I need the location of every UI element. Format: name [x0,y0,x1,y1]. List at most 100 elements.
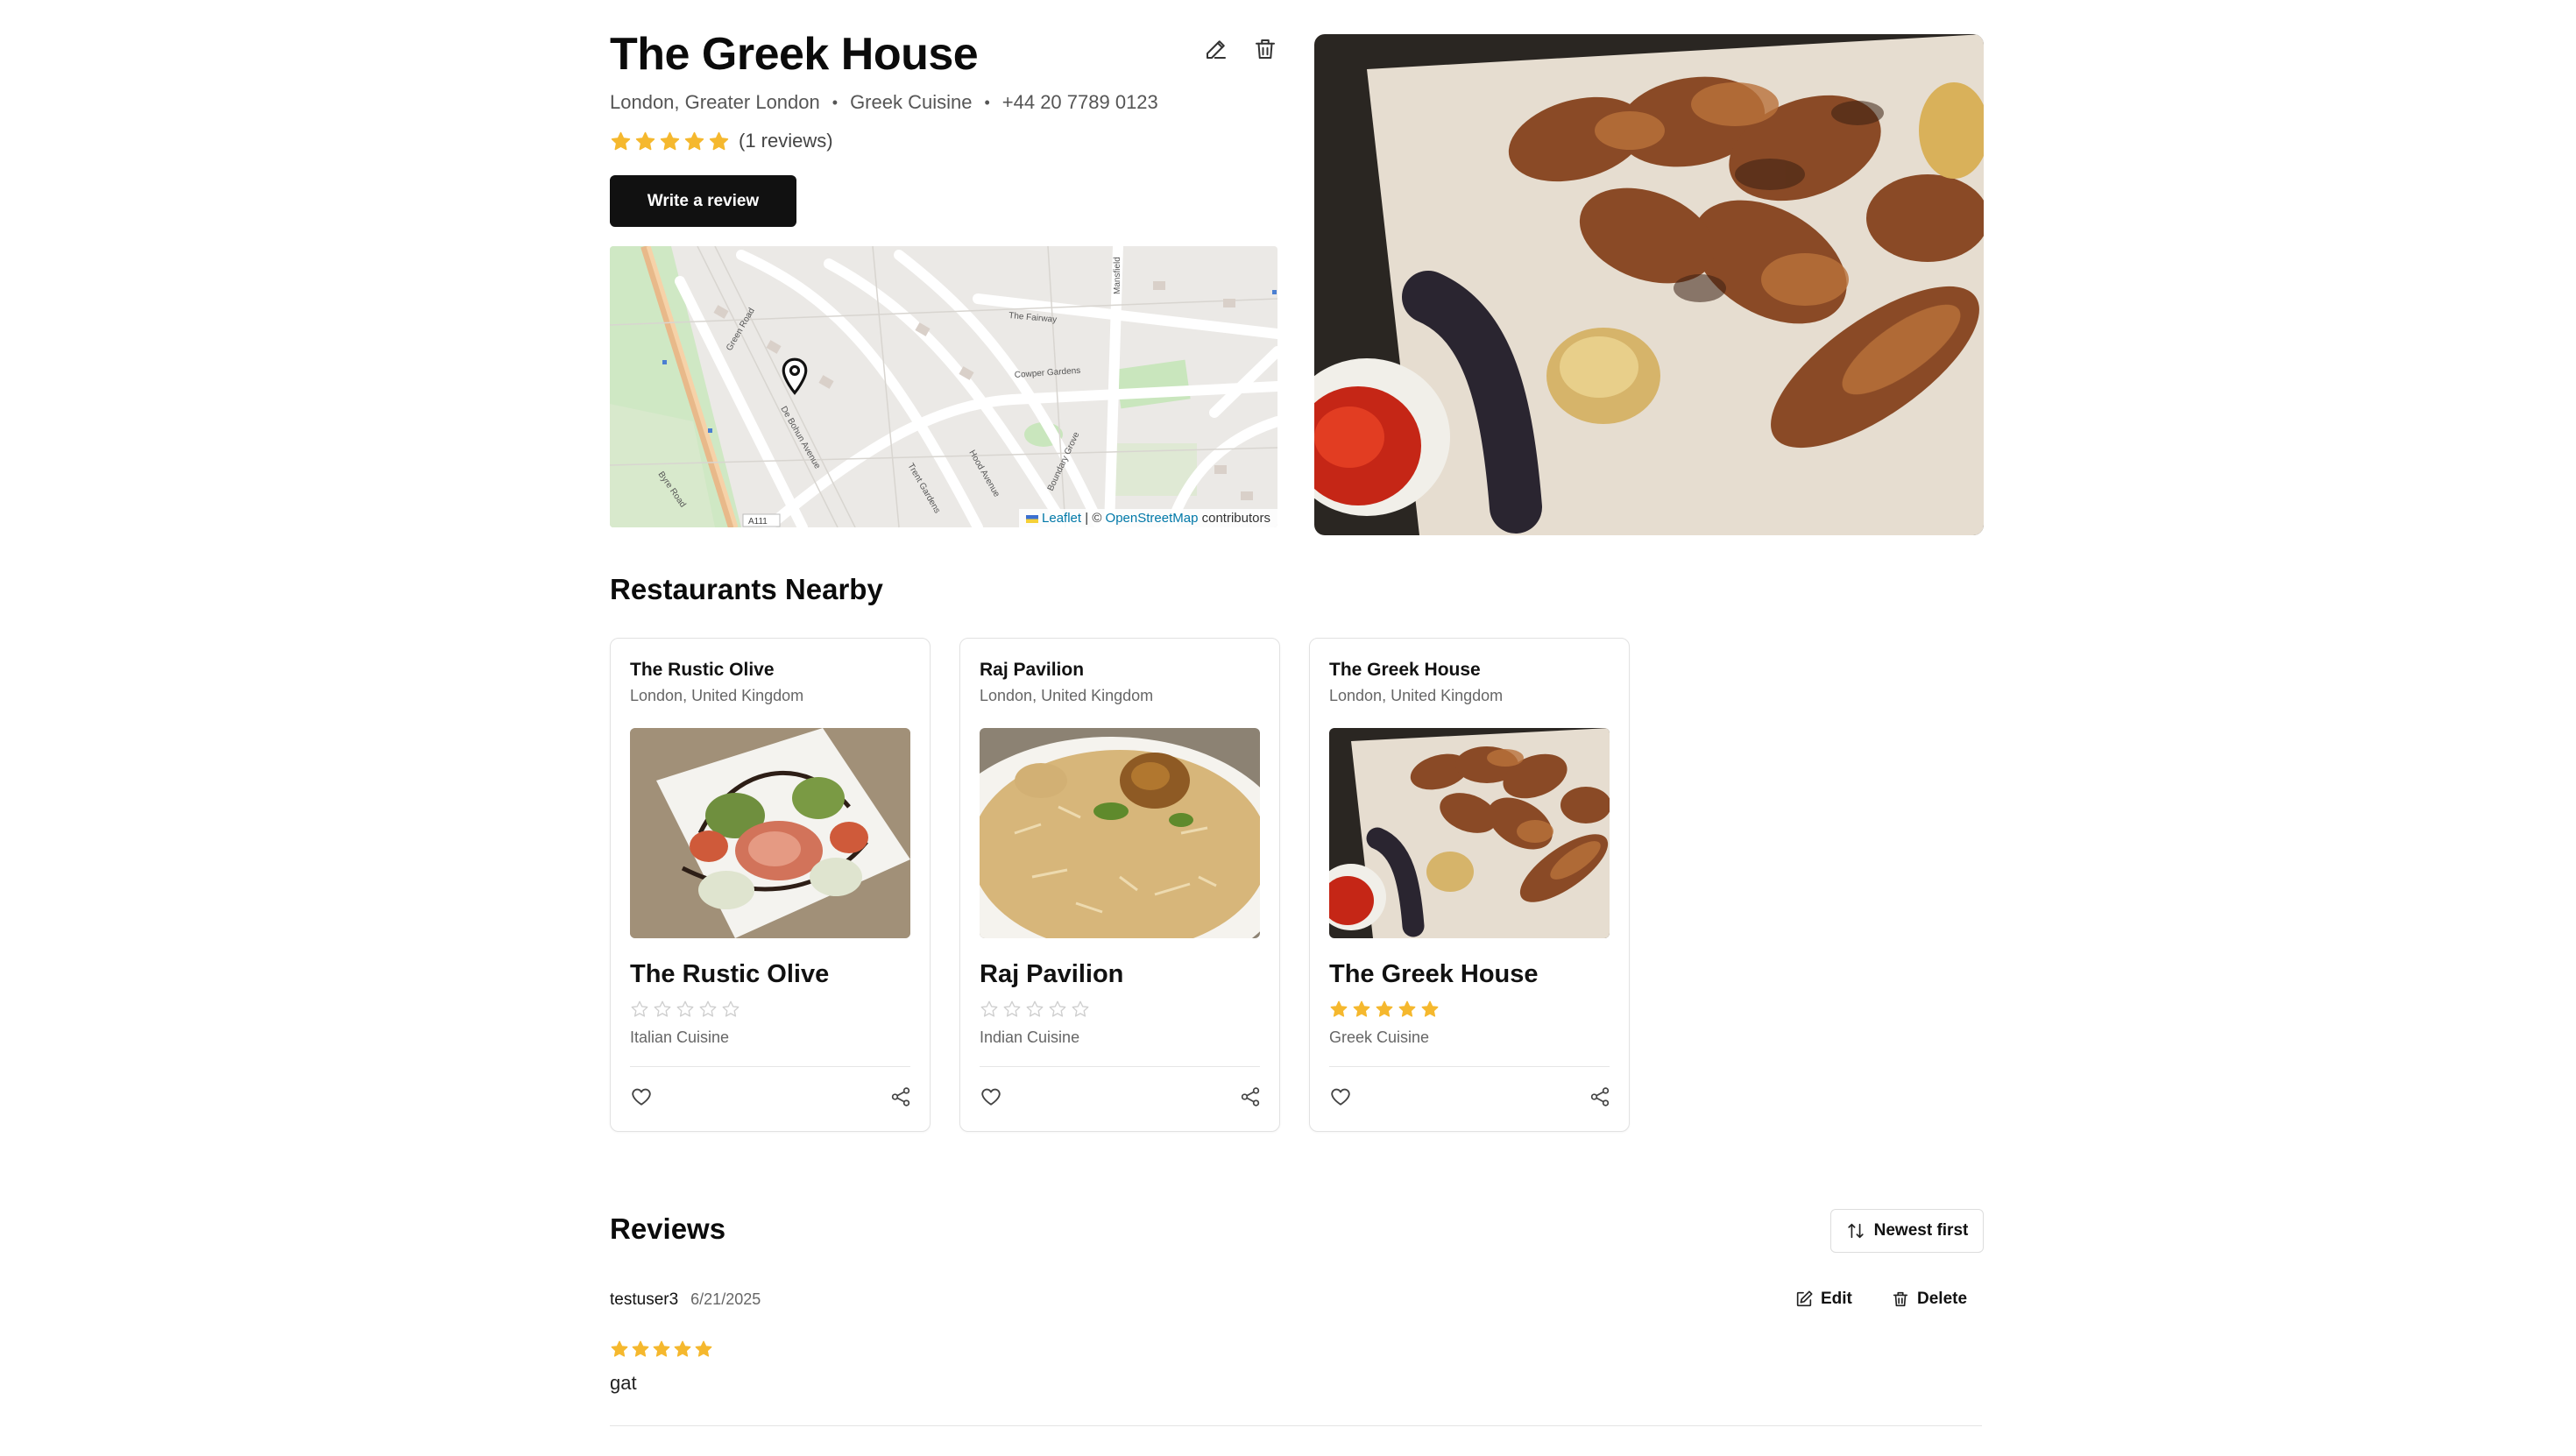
sort-label: Newest first [1873,1221,1969,1240]
share-button[interactable] [1239,1085,1262,1113]
edit-review-button[interactable]: Edit [1794,1290,1852,1309]
separator-dot: • [984,93,990,111]
star-icon [1049,1000,1066,1017]
star-icon [632,1340,649,1357]
map-road-shield: A111 [748,517,768,527]
map-attribution: Leaflet | © OpenStreetMap contributors [1018,509,1277,527]
star-icon [722,1000,740,1017]
card-image[interactable] [980,728,1260,938]
favorite-button[interactable] [980,1085,1002,1113]
delete-review-label: Delete [1917,1290,1968,1308]
pencil-icon [1207,40,1226,59]
delete-restaurant-button[interactable] [1249,33,1281,65]
share-icon [1241,1087,1260,1106]
restaurant-title: The Greek House [610,29,979,80]
review-rating-stars [610,1339,713,1359]
restaurant-card[interactable]: The Greek House London, United Kingdom T… [1309,638,1630,1132]
review-text: gat [610,1372,637,1394]
star-icon [1330,1000,1348,1017]
restaurant-card[interactable]: Raj Pavilion London, United Kingdom Raj … [959,638,1280,1132]
restaurant-phone: +44 20 7789 0123 [1001,91,1158,113]
star-icon [676,1000,694,1017]
star-icon [631,1000,648,1017]
ukraine-flag-icon [1025,514,1038,523]
share-button[interactable] [1589,1085,1611,1113]
star-icon [1026,1000,1044,1017]
edit-review-label: Edit [1821,1290,1852,1308]
card-cuisine: Indian Cuisine [980,1028,1080,1046]
card-rating-stars [980,1000,1090,1019]
trash-icon [1256,39,1275,59]
star-icon [1376,1000,1393,1017]
card-rating-stars [630,1000,740,1019]
map-pin-icon[interactable] [780,357,810,397]
card-name: The Rustic Olive [630,660,775,680]
separator-dot: • [832,93,839,111]
italian-plate-image [630,728,910,938]
attribution-separator: | © [1085,511,1102,526]
sort-arrows-icon [1848,1223,1864,1239]
share-icon [891,1087,910,1106]
review-date: 6/21/2025 [690,1290,761,1308]
card-location: London, United Kingdom [1329,687,1504,704]
edit-restaurant-button[interactable] [1200,33,1232,65]
star-icon [699,1000,717,1017]
card-name: The Greek House [1329,660,1481,680]
delete-review-button[interactable]: Delete [1891,1290,1967,1309]
heart-icon [632,1088,651,1106]
star-icon [653,1340,670,1357]
card-cuisine: Greek Cuisine [1329,1028,1430,1046]
share-button[interactable] [889,1085,912,1113]
write-review-button[interactable]: Write a review [610,175,796,227]
star-icon [1003,1000,1021,1017]
card-image[interactable] [630,728,910,938]
location-map[interactable]: The Fairway Cowper Gardens Green Road De… [610,246,1277,527]
heart-icon [1331,1088,1350,1106]
favorite-button[interactable] [630,1085,653,1113]
map-tiles: The Fairway Cowper Gardens Green Road De… [610,246,1277,527]
star-icon [1353,1000,1370,1017]
star-icon [1398,1000,1416,1017]
star-icon [674,1340,691,1357]
review-header: testuser3 6/21/2025 [610,1290,761,1310]
rating-stars [610,131,730,152]
star-icon [611,131,631,150]
card-title: Raj Pavilion [980,960,1124,988]
heart-icon [981,1088,1001,1106]
card-location: London, United Kingdom [980,687,1154,704]
review-divider [610,1425,1982,1426]
biryani-plate-image [980,728,1260,938]
restaurant-cuisine: Greek Cuisine [850,91,973,113]
star-icon [635,131,655,150]
card-location: London, United Kingdom [630,687,804,704]
grill-platter-image [1329,728,1610,938]
restaurant-location: London, Greater London [610,91,820,113]
star-icon [695,1340,712,1357]
card-name: Raj Pavilion [980,660,1085,680]
restaurant-card[interactable]: The Rustic Olive London, United Kingdom … [610,638,931,1132]
share-icon [1590,1087,1610,1106]
restaurant-meta: London, Greater London • Greek Cuisine •… [610,91,1158,114]
sort-reviews-button[interactable]: Newest first [1830,1209,1984,1253]
card-rating-stars [1329,1000,1440,1019]
card-divider [630,1066,910,1067]
star-icon [1072,1000,1089,1017]
reviews-count: (1 reviews) [739,130,833,152]
favorite-button[interactable] [1329,1085,1352,1113]
trash-icon [1893,1291,1908,1307]
star-icon [980,1000,998,1017]
osm-link[interactable]: OpenStreetMap [1106,511,1199,526]
card-divider [980,1066,1260,1067]
restaurant-hero-image [1314,34,1984,535]
card-title: The Rustic Olive [630,960,830,988]
star-icon [709,131,729,150]
attribution-suffix: contributors [1201,511,1270,526]
star-icon [1421,1000,1439,1017]
star-icon [684,131,704,150]
card-image[interactable] [1329,728,1610,938]
leaflet-link[interactable]: Leaflet [1042,511,1081,526]
card-cuisine: Italian Cuisine [630,1028,730,1046]
restaurant-rating: (1 reviews) [610,130,833,152]
star-icon [611,1340,628,1357]
card-title: The Greek House [1329,960,1539,988]
